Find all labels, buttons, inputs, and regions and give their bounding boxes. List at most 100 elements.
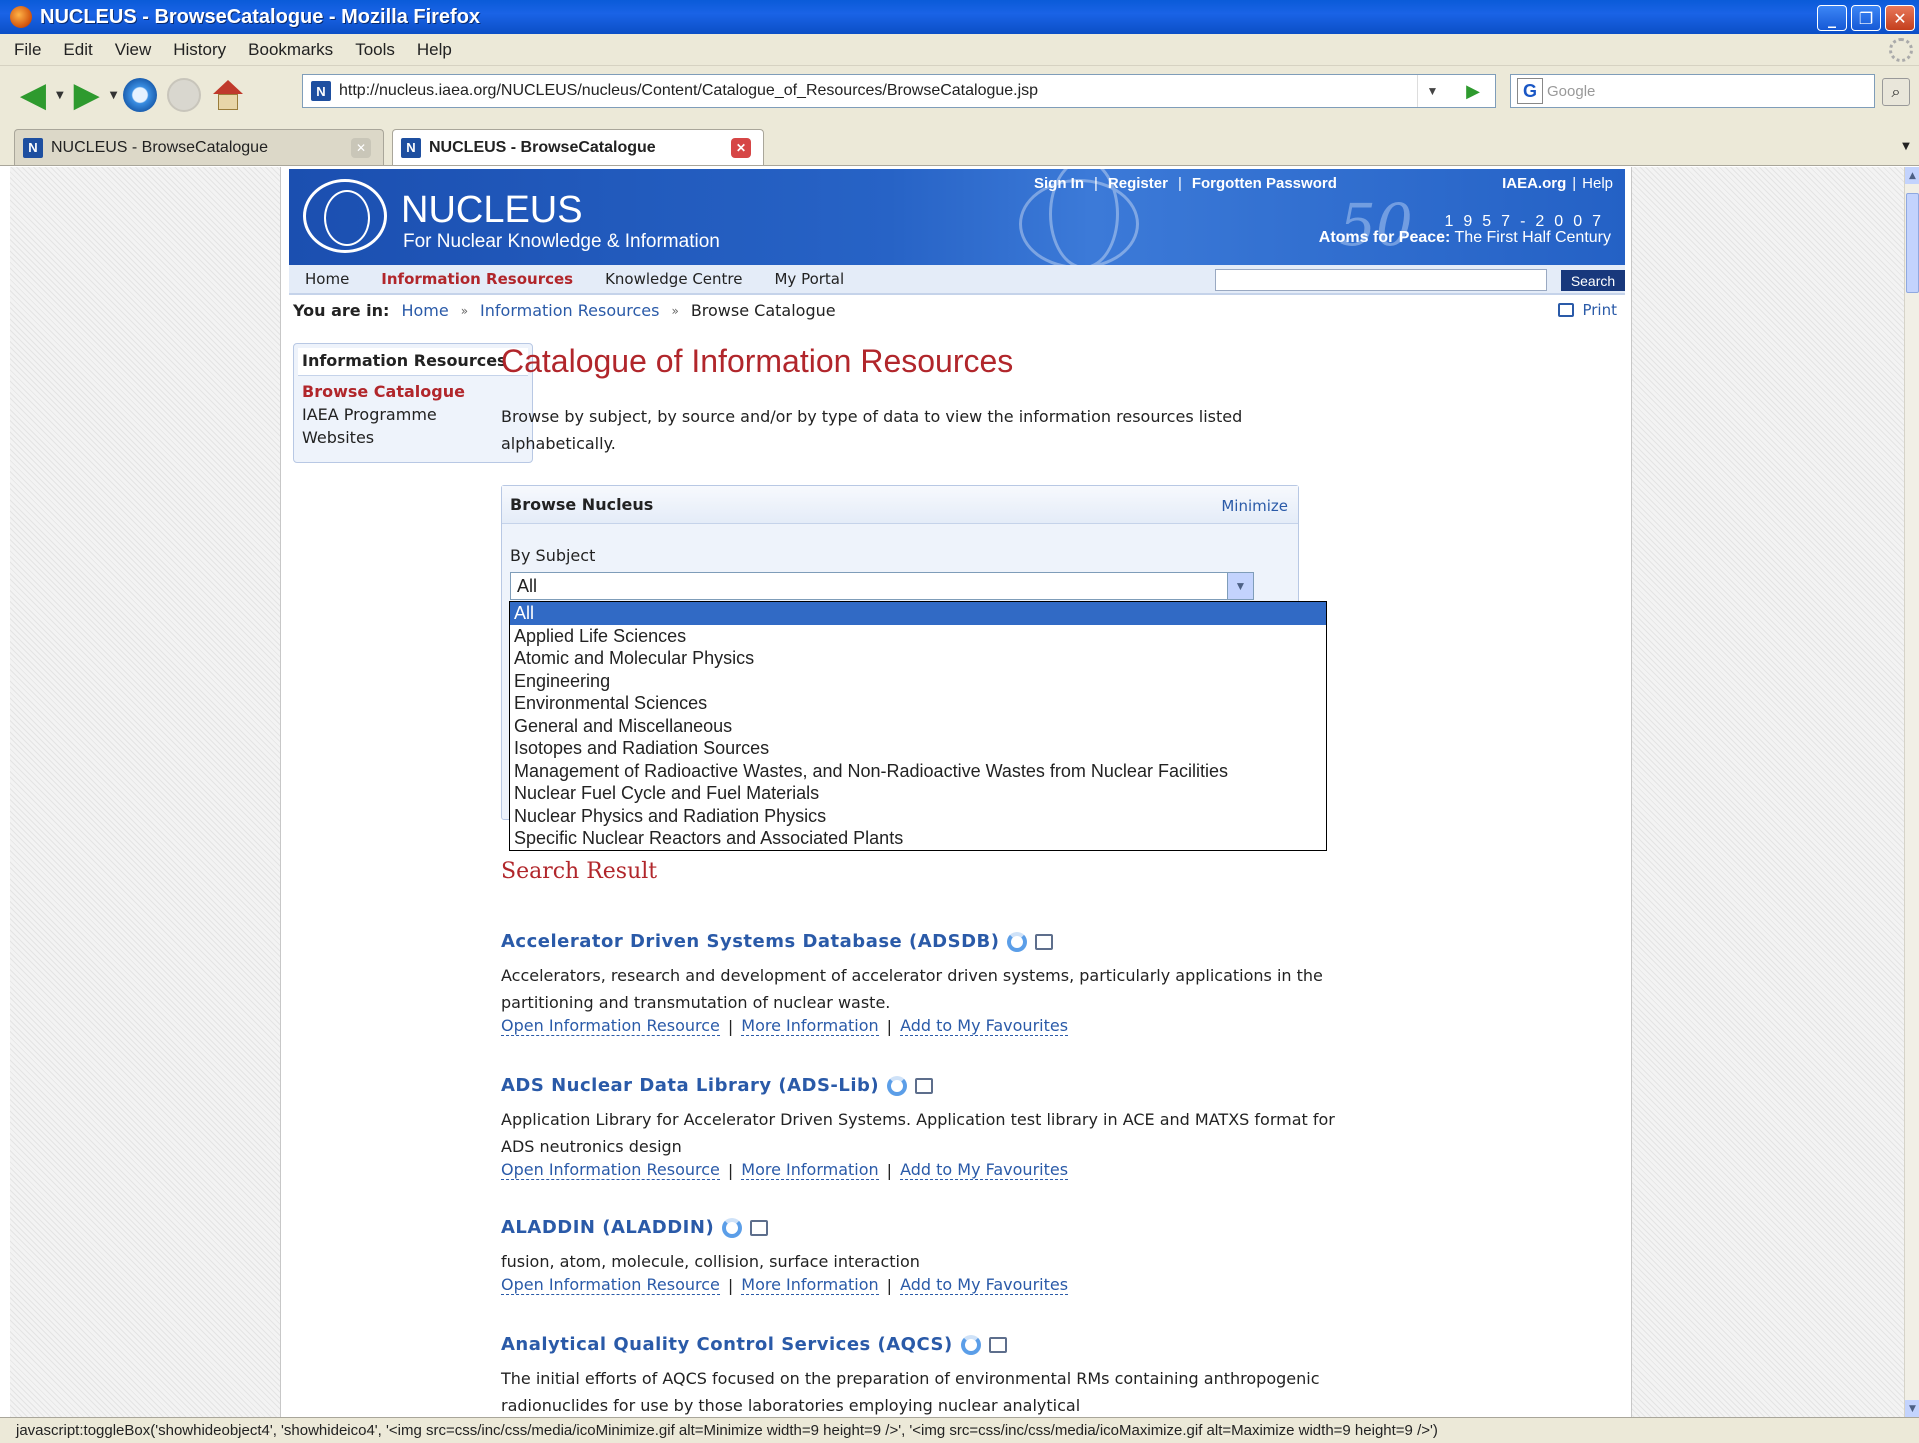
expand-details-icon[interactable] <box>915 1077 934 1094</box>
breadcrumb-home[interactable]: Home <box>401 301 448 320</box>
site-logo-title[interactable]: NUCLEUS <box>401 189 583 232</box>
forgotten-password-link[interactable]: Forgotten Password <box>1192 175 1337 192</box>
more-information-link[interactable]: More Information <box>741 1016 879 1036</box>
reload-button[interactable] <box>121 76 159 114</box>
print-link[interactable]: Print <box>1558 301 1617 319</box>
subject-option[interactable]: Management of Radioactive Wastes, and No… <box>510 760 1326 783</box>
register-link[interactable]: Register <box>1108 175 1168 192</box>
address-url: http://nucleus.iaea.org/NUCLEUS/nucleus/… <box>339 82 1039 99</box>
loading-spinner-icon <box>887 1075 908 1096</box>
open-resource-link[interactable]: Open Information Resource <box>501 1275 720 1295</box>
subject-option[interactable]: Engineering <box>510 670 1326 693</box>
more-information-link[interactable]: More Information <box>741 1160 879 1180</box>
magnifier-icon[interactable]: ⌕ <box>1882 78 1910 106</box>
vertical-scrollbar[interactable]: ▲ ▼ <box>1904 167 1919 1417</box>
menu-tools[interactable]: Tools <box>355 40 395 60</box>
subject-option[interactable]: Atomic and Molecular Physics <box>510 647 1326 670</box>
add-to-favourites-link[interactable]: Add to My Favourites <box>900 1016 1069 1036</box>
home-icon <box>211 78 245 112</box>
resource-title-link[interactable]: Accelerator Driven Systems Database (ADS… <box>501 931 999 952</box>
expand-details-icon[interactable] <box>988 1336 1007 1353</box>
resource-title-link[interactable]: ADS Nuclear Data Library (ADS-Lib) <box>501 1075 879 1096</box>
site-header-banner: NUCLEUS For Nuclear Knowledge & Informat… <box>289 169 1625 265</box>
subject-option[interactable]: Nuclear Physics and Radiation Physics <box>510 805 1326 828</box>
sign-in-link[interactable]: Sign In <box>1034 175 1084 192</box>
iaea-org-link[interactable]: IAEA.org <box>1502 175 1566 192</box>
resource-title-link[interactable]: Analytical Quality Control Services (AQC… <box>501 1334 953 1355</box>
scroll-down-arrow-icon[interactable]: ▼ <box>1905 1400 1919 1417</box>
fifty-anniversary-mark: 50 <box>1339 191 1413 259</box>
help-link[interactable]: Help <box>1582 175 1613 192</box>
menu-history[interactable]: History <box>173 40 226 60</box>
sidebar-box: Information Resources Browse Catalogue I… <box>293 343 533 463</box>
web-page: NUCLEUS For Nuclear Knowledge & Informat… <box>280 167 1632 1417</box>
url-history-dropdown[interactable]: ▼ <box>1417 75 1447 107</box>
web-search-box[interactable]: G Google <box>1510 74 1875 108</box>
add-to-favourites-link[interactable]: Add to My Favourites <box>900 1275 1069 1295</box>
back-history-dropdown[interactable]: ▼ <box>56 90 64 101</box>
forward-history-dropdown[interactable]: ▼ <box>110 90 118 101</box>
minimize-panel-link[interactable]: Minimize <box>1221 497 1288 515</box>
chevron-down-icon[interactable]: ▼ <box>1227 573 1253 599</box>
throbber-icon <box>1889 38 1913 62</box>
site-search-input[interactable] <box>1215 269 1547 291</box>
scroll-up-arrow-icon[interactable]: ▲ <box>1905 167 1919 184</box>
subject-option[interactable]: General and Miscellaneous <box>510 715 1326 738</box>
resource-title-link[interactable]: ALADDIN (ALADDIN) <box>501 1217 714 1238</box>
subject-option[interactable]: Isotopes and Radiation Sources <box>510 737 1326 760</box>
more-information-link[interactable]: More Information <box>741 1275 879 1295</box>
close-tab-icon[interactable]: ✕ <box>731 138 751 158</box>
subject-option[interactable]: Applied Life Sciences <box>510 625 1326 648</box>
subject-option[interactable]: Nuclear Fuel Cycle and Fuel Materials <box>510 782 1326 805</box>
page-intro: Browse by subject, by source and/or by t… <box>501 407 1243 453</box>
tab-browsecatalogue-1[interactable]: N NUCLEUS - BrowseCatalogue ✕ <box>14 129 384 165</box>
subject-option[interactable]: Specific Nuclear Reactors and Associated… <box>510 827 1326 850</box>
menu-edit[interactable]: Edit <box>63 40 92 60</box>
back-button[interactable]: ◀ <box>14 76 52 114</box>
site-navigation: Home Information Resources Knowledge Cen… <box>289 265 1625 295</box>
breadcrumb-information-resources[interactable]: Information Resources <box>480 301 659 320</box>
resource-description: The initial efforts of AQCS focused on t… <box>501 1369 1320 1415</box>
minimize-window-button[interactable]: _ <box>1817 5 1847 31</box>
menu-file[interactable]: File <box>14 40 41 60</box>
menu-bookmarks[interactable]: Bookmarks <box>248 40 333 60</box>
resource-description: fusion, atom, molecule, collision, surfa… <box>501 1252 920 1271</box>
sidebar-item-websites[interactable]: Websites <box>294 426 532 449</box>
home-button[interactable] <box>209 76 247 114</box>
subject-select[interactable]: All ▼ <box>510 572 1254 600</box>
sidebar-item-iaea-programme[interactable]: IAEA Programme <box>294 403 532 426</box>
breadcrumb-label: You are in: <box>293 301 390 320</box>
restore-window-button[interactable]: ❐ <box>1851 5 1881 31</box>
expand-details-icon[interactable] <box>1035 933 1054 950</box>
subject-option[interactable]: Environmental Sciences <box>510 692 1326 715</box>
go-button[interactable]: ▶ <box>1451 75 1495 107</box>
add-to-favourites-link[interactable]: Add to My Favourites <box>900 1160 1069 1180</box>
loading-spinner-icon <box>1007 931 1028 952</box>
stop-icon <box>167 78 202 112</box>
window-title: NUCLEUS - BrowseCatalogue - Mozilla Fire… <box>40 5 481 28</box>
resource-description: Application Library for Accelerator Driv… <box>501 1110 1335 1156</box>
address-bar[interactable]: N http://nucleus.iaea.org/NUCLEUS/nucleu… <box>302 74 1496 108</box>
close-window-button[interactable]: ✕ <box>1885 5 1915 31</box>
nav-information-resources[interactable]: Information Resources <box>381 270 573 288</box>
sidebar-item-browse-catalogue[interactable]: Browse Catalogue <box>294 380 532 403</box>
tab-browsecatalogue-2[interactable]: N NUCLEUS - BrowseCatalogue ✕ <box>392 129 764 165</box>
open-resource-link[interactable]: Open Information Resource <box>501 1160 720 1180</box>
back-arrow-icon: ◀ <box>19 75 47 115</box>
scroll-thumb[interactable] <box>1906 193 1919 293</box>
site-search-button[interactable]: Search <box>1561 270 1625 291</box>
nav-knowledge-centre[interactable]: Knowledge Centre <box>605 270 742 288</box>
nav-my-portal[interactable]: My Portal <box>774 270 844 288</box>
menu-view[interactable]: View <box>115 40 152 60</box>
close-tab-icon[interactable]: ✕ <box>351 138 371 158</box>
resource-description: Accelerators, research and development o… <box>501 966 1323 1012</box>
nav-home[interactable]: Home <box>305 270 349 288</box>
subject-option[interactable]: All <box>510 602 1326 625</box>
open-resource-link[interactable]: Open Information Resource <box>501 1016 720 1036</box>
google-engine-icon[interactable]: G <box>1517 78 1543 104</box>
forward-button[interactable]: ▶ <box>68 76 106 114</box>
menu-help[interactable]: Help <box>417 40 452 60</box>
stop-button[interactable] <box>165 76 203 114</box>
tab-list-dropdown[interactable]: ▼ <box>1897 132 1915 160</box>
expand-details-icon[interactable] <box>750 1219 769 1236</box>
